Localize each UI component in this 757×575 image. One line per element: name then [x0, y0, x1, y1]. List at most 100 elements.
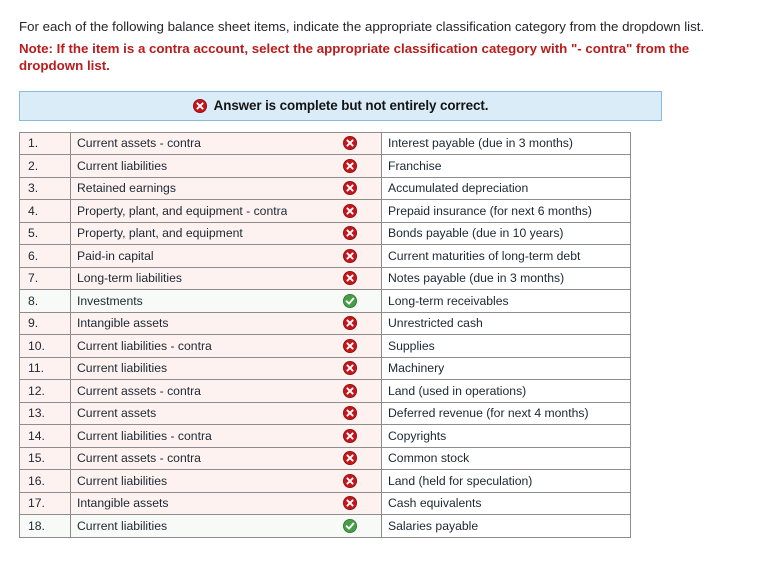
classification-dropdown[interactable]: Current assets — [70, 401, 382, 425]
balance-sheet-item: Land (used in operations) — [381, 379, 631, 403]
classification-dropdown[interactable]: Intangible assets — [70, 311, 382, 335]
error-circle-icon — [343, 158, 357, 173]
classification-table: 1. Current assets - contra Interest payabl… — [19, 131, 631, 538]
table-row: 3. Retained earnings Accumulated depreciat… — [19, 176, 631, 200]
error-circle-icon — [343, 316, 357, 331]
classification-value: Current assets - contra — [77, 136, 201, 151]
classification-dropdown[interactable]: Retained earnings — [70, 176, 382, 200]
error-circle-icon — [343, 271, 357, 286]
classification-value: Current liabilities — [77, 518, 168, 533]
classification-dropdown[interactable]: Investments — [70, 289, 382, 313]
row-number: 7. — [19, 266, 71, 290]
error-circle-icon — [343, 496, 357, 511]
error-circle-icon — [343, 136, 357, 151]
classification-dropdown[interactable]: Property, plant, and equipment - contra — [70, 199, 382, 223]
row-number: 8. — [19, 289, 71, 313]
row-number: 18. — [19, 514, 71, 538]
classification-dropdown[interactable]: Intangible assets — [70, 491, 382, 515]
error-circle-icon — [343, 361, 357, 376]
table-row: 9. Intangible assets Unrestricted cash — [19, 311, 631, 335]
row-number: 14. — [19, 424, 71, 448]
grading-mark — [343, 181, 357, 196]
contra-account-note: Note: If the item is a contra account, s… — [19, 40, 690, 74]
table-row: 15. Current assets - contra Common stock — [19, 446, 631, 470]
grading-mark — [343, 338, 357, 353]
row-number: 12. — [19, 379, 71, 403]
classification-value: Current assets - contra — [77, 383, 201, 398]
balance-sheet-item: Machinery — [381, 356, 631, 380]
answer-status-banner: Answer is complete but not entirely corr… — [19, 90, 662, 121]
classification-dropdown[interactable]: Property, plant, and equipment — [70, 221, 382, 245]
balance-sheet-item: Supplies — [381, 334, 631, 358]
error-circle-icon — [343, 226, 357, 241]
row-number: 3. — [19, 176, 71, 200]
classification-dropdown[interactable]: Current assets - contra — [70, 446, 382, 470]
row-number: 11. — [19, 356, 71, 380]
balance-sheet-item: Accumulated depreciation — [381, 176, 631, 200]
classification-value: Intangible assets — [77, 496, 169, 511]
table-row: 2. Current liabilities Franchise — [19, 154, 631, 178]
grading-mark — [343, 203, 357, 218]
grading-mark — [343, 496, 357, 511]
error-circle-icon — [343, 338, 357, 353]
row-number: 10. — [19, 334, 71, 358]
row-number: 6. — [19, 244, 71, 268]
classification-dropdown[interactable]: Current liabilities — [70, 469, 382, 493]
classification-dropdown[interactable]: Current liabilities — [70, 154, 382, 178]
classification-value: Current assets - contra — [77, 451, 201, 466]
row-number: 1. — [19, 131, 71, 155]
classification-dropdown[interactable]: Current liabilities — [70, 356, 382, 380]
error-circle-icon — [192, 98, 207, 113]
grading-mark — [343, 428, 357, 443]
classification-value: Current liabilities — [77, 473, 168, 488]
classification-value: Paid-in capital — [77, 248, 154, 263]
grading-mark — [343, 248, 357, 263]
classification-dropdown[interactable]: Current assets - contra — [70, 379, 382, 403]
classification-dropdown[interactable]: Current liabilities — [70, 514, 382, 538]
classification-dropdown[interactable]: Current liabilities - contra — [70, 424, 382, 448]
balance-sheet-item: Unrestricted cash — [381, 311, 631, 335]
table-row: 6. Paid-in capital Current maturities of l… — [19, 244, 631, 268]
grading-mark — [343, 136, 357, 151]
classification-value: Current liabilities — [77, 361, 168, 376]
error-circle-icon — [343, 451, 357, 466]
table-row: 16. Current liabilities Land (held for spe… — [19, 469, 631, 493]
error-circle-icon — [343, 248, 357, 263]
classification-value: Long-term liabilities — [77, 271, 182, 286]
grading-mark — [343, 158, 357, 173]
classification-value: Current assets — [77, 406, 157, 421]
instruction-text: For each of the following balance sheet … — [19, 19, 705, 34]
classification-value: Current liabilities — [77, 158, 168, 173]
classification-dropdown[interactable]: Current liabilities - contra — [70, 334, 382, 358]
balance-sheet-item: Notes payable (due in 3 months) — [381, 266, 631, 290]
grading-mark — [343, 361, 357, 376]
classification-dropdown[interactable]: Long-term liabilities — [70, 266, 382, 290]
balance-sheet-item: Interest payable (due in 3 months) — [381, 131, 631, 155]
grading-mark — [343, 518, 357, 533]
balance-sheet-item: Long-term receivables — [381, 289, 631, 313]
balance-sheet-item: Common stock — [381, 446, 631, 470]
table-row: 12. Current assets - contra Land (used in … — [19, 379, 631, 403]
table-row: 8. Investments Long-term receivables — [19, 289, 631, 313]
row-number: 9. — [19, 311, 71, 335]
classification-dropdown[interactable]: Current assets - contra — [70, 131, 382, 155]
success-check-icon — [343, 518, 357, 533]
balance-sheet-item: Prepaid insurance (for next 6 months) — [381, 199, 631, 223]
row-number: 4. — [19, 199, 71, 223]
error-circle-icon — [343, 203, 357, 218]
row-number: 13. — [19, 401, 71, 425]
grading-mark — [343, 271, 357, 286]
row-number: 5. — [19, 221, 71, 245]
table-row: 17. Intangible assets Cash equivalents — [19, 491, 631, 515]
row-number: 2. — [19, 154, 71, 178]
table-row: 4. Property, plant, and equipment - contr… — [19, 199, 631, 223]
balance-sheet-item: Franchise — [381, 154, 631, 178]
table-row: 11. Current liabilities Machinery — [19, 356, 631, 380]
classification-value: Property, plant, and equipment — [77, 226, 243, 241]
grading-mark — [343, 383, 357, 398]
table-body: 1. Current assets - contra Interest payabl… — [19, 131, 631, 538]
classification-dropdown[interactable]: Paid-in capital — [70, 244, 382, 268]
row-number: 15. — [19, 446, 71, 470]
grading-mark — [343, 316, 357, 331]
classification-value: Current liabilities - contra — [77, 428, 212, 443]
